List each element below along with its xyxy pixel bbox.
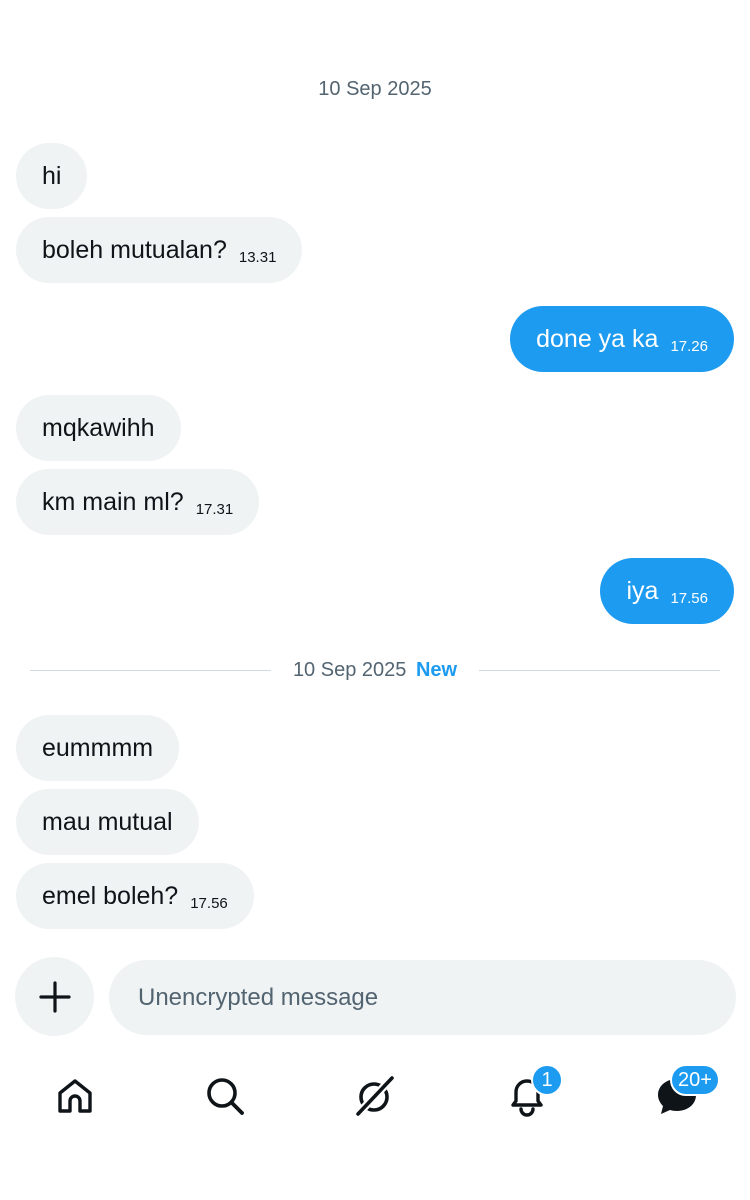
message-text: hi xyxy=(42,161,62,190)
message-time: 17.56 xyxy=(190,894,228,912)
messages-badge: 20+ xyxy=(670,1064,720,1096)
message-text: eummmm xyxy=(42,733,154,762)
search-icon xyxy=(207,1078,244,1115)
message-bubble-incoming[interactable]: emel boleh? 17.56 xyxy=(16,863,254,929)
new-messages-divider: 10 Sep 2025 New xyxy=(30,656,720,684)
new-label: New xyxy=(415,658,458,681)
message-composer[interactable] xyxy=(109,960,736,1035)
message-input[interactable] xyxy=(138,983,736,1012)
dm-conversation-screen: 10 Sep 2025 hi boleh mutualan? 13.31 don… xyxy=(0,0,750,1200)
message-text: emel boleh? xyxy=(42,881,179,910)
message-bubble-incoming[interactable]: mau mutual xyxy=(16,789,199,855)
message-text: mqkawihh xyxy=(42,413,155,442)
message-text: mau mutual xyxy=(42,807,173,836)
message-bubble-incoming[interactable]: mqkawihh xyxy=(16,395,181,461)
nav-home[interactable] xyxy=(51,1072,99,1120)
message-time: 17.26 xyxy=(670,337,708,355)
nav-grok[interactable] xyxy=(351,1072,399,1120)
message-time: 17.56 xyxy=(670,589,708,607)
message-bubble-incoming[interactable]: km main ml? 17.31 xyxy=(16,469,260,535)
grok-icon xyxy=(354,1074,396,1118)
add-attachment-button[interactable] xyxy=(15,957,94,1036)
message-bubble-incoming[interactable]: eummmm xyxy=(16,715,180,781)
message-text: done ya ka xyxy=(536,324,659,353)
home-icon xyxy=(58,1079,92,1113)
message-bubble-outgoing[interactable]: done ya ka 17.26 xyxy=(510,306,734,372)
divider-label: 10 Sep 2025 New xyxy=(271,659,479,682)
message-bubble-incoming[interactable]: hi xyxy=(16,143,88,209)
notifications-badge: 1 xyxy=(531,1064,563,1096)
date-separator: 10 Sep 2025 xyxy=(318,78,432,100)
nav-search[interactable] xyxy=(201,1072,249,1120)
divider-line xyxy=(479,669,720,671)
plus-icon xyxy=(38,980,71,1013)
message-text: boleh mutualan? xyxy=(42,235,227,264)
message-bubble-outgoing[interactable]: iya 17.56 xyxy=(600,558,734,624)
message-bubble-incoming[interactable]: boleh mutualan? 13.31 xyxy=(16,217,303,283)
message-text: iya xyxy=(626,576,659,605)
message-time: 17.31 xyxy=(195,500,234,518)
divider-line xyxy=(30,669,271,671)
message-time: 13.31 xyxy=(238,248,277,266)
divider-date: 10 Sep 2025 xyxy=(292,658,407,681)
message-text: km main ml? xyxy=(42,487,184,516)
